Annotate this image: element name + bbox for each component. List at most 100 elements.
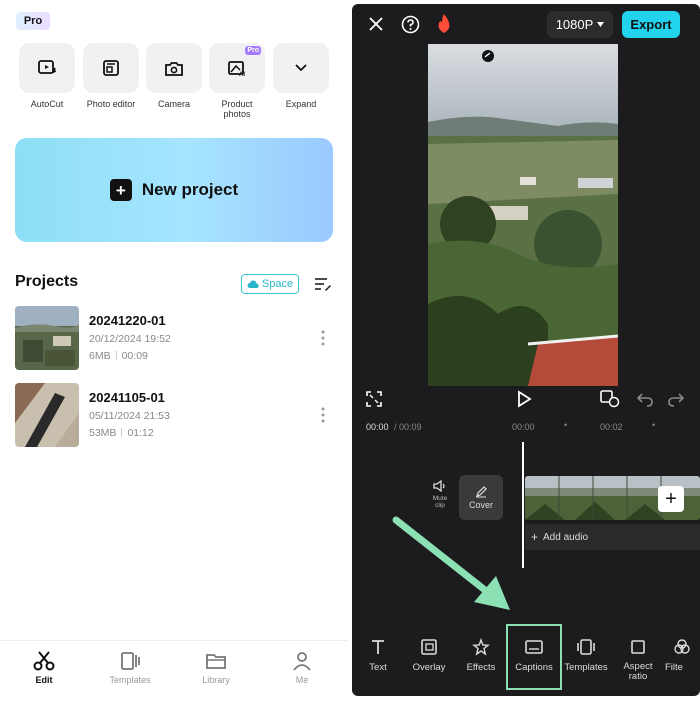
toolbar-templates[interactable]: Templates: [560, 638, 612, 673]
nav-library[interactable]: Library: [186, 651, 246, 685]
more-icon[interactable]: [319, 406, 327, 424]
space-label: Space: [261, 278, 294, 290]
project-item[interactable]: 20241220-01 20/12/2024 19:52 6MB 00:09: [15, 306, 335, 370]
keyframe-icon[interactable]: [600, 390, 620, 408]
project-thumbnail: [15, 383, 79, 447]
toolbar-aspect-ratio[interactable]: Aspect ratio: [612, 638, 664, 682]
add-audio-label: Add audio: [543, 531, 589, 543]
pro-mini-badge: Pro: [245, 46, 261, 55]
tool-autocut[interactable]: AutoCut: [19, 43, 75, 109]
plus-icon: +: [531, 530, 539, 544]
close-icon[interactable]: [368, 16, 384, 32]
project-size: 53MB: [89, 427, 117, 439]
total-time: / 00:09: [394, 422, 422, 432]
toolbar-label: Overlay: [412, 662, 446, 673]
aspect-ratio-icon: [631, 640, 645, 654]
toolbar-label: Text: [369, 662, 387, 673]
chevron-down-icon: [295, 64, 307, 72]
filter-icon: [674, 639, 690, 654]
project-duration: 00:09: [121, 350, 148, 362]
ruler-tick-label: 00:02: [600, 422, 623, 432]
cloud-icon: [247, 279, 259, 288]
undo-icon[interactable]: [637, 391, 653, 407]
playhead[interactable]: [522, 442, 524, 568]
pencil-icon: [476, 485, 487, 497]
redo-icon[interactable]: [668, 391, 684, 407]
toolbar-filters[interactable]: Filte: [665, 638, 700, 673]
ruler-dot: •: [564, 420, 568, 430]
nav-me[interactable]: Me: [272, 651, 332, 685]
tool-product-photos[interactable]: Pro AI Product photos: [209, 43, 265, 119]
resolution-value: 1080P: [555, 17, 594, 32]
projects-heading: Projects: [15, 273, 79, 290]
folder-icon: [206, 654, 226, 669]
new-project-button[interactable]: + New project: [15, 138, 333, 242]
templates-icon: [121, 652, 140, 670]
tool-camera[interactable]: Camera: [146, 43, 202, 109]
person-icon: [293, 652, 311, 671]
mute-clip-button[interactable]: Mute clip: [428, 480, 452, 509]
new-project-label: New project: [141, 180, 239, 199]
nav-edit[interactable]: Edit: [14, 651, 74, 685]
fullscreen-icon[interactable]: [366, 391, 382, 407]
nav-label: Edit: [35, 675, 53, 685]
project-name: 20241220-01: [89, 313, 166, 328]
editor-screen: 1080P Export 00:00 / 00:09 00:00 • 00:02…: [352, 4, 700, 696]
toolbar-text[interactable]: Text: [352, 638, 404, 673]
add-audio-button[interactable]: + Add audio: [525, 524, 700, 550]
tool-label: Camera: [157, 99, 190, 109]
scissors-icon: [33, 651, 55, 671]
effects-icon: [472, 638, 490, 656]
nav-label: Templates: [109, 675, 151, 685]
text-icon: [372, 640, 384, 654]
add-clip-button[interactable]: +: [658, 486, 684, 512]
photo-editor-icon: [103, 60, 119, 76]
tool-expand[interactable]: Expand: [273, 43, 329, 109]
project-item[interactable]: 20241105-01 05/11/2024 21:53 53MB 01:12: [15, 383, 335, 447]
space-button[interactable]: Space: [241, 274, 299, 294]
caret-down-icon: [597, 22, 605, 27]
fire-icon[interactable]: [436, 13, 452, 35]
sort-edit-icon[interactable]: [314, 276, 332, 292]
camera-icon: [165, 61, 183, 76]
more-icon[interactable]: [319, 329, 327, 347]
project-size: 6MB: [89, 350, 111, 362]
resolution-dropdown[interactable]: 1080P: [547, 11, 613, 38]
export-button[interactable]: Export: [622, 11, 680, 38]
templates-icon: [577, 639, 595, 655]
project-meta: 6MB 00:09: [89, 350, 148, 362]
ruler-tick-label: 00:00: [512, 422, 535, 432]
toolbar-label: Effects: [466, 662, 496, 673]
project-meta: 53MB 01:12: [89, 427, 154, 439]
play-icon[interactable]: [516, 390, 532, 408]
toolbar-overlay[interactable]: Overlay: [403, 638, 455, 673]
speaker-icon: [433, 480, 445, 492]
video-preview[interactable]: [428, 44, 618, 386]
ruler-dot: •: [652, 420, 656, 430]
tool-label: Photo editor: [86, 99, 136, 109]
autocut-icon: [38, 60, 57, 74]
overlay-icon: [421, 639, 437, 655]
help-icon[interactable]: [401, 15, 420, 34]
quick-tools: AutoCut Photo editor Camera Pro AI Produ…: [19, 43, 331, 123]
plus-icon: +: [109, 179, 132, 201]
home-screen: Pro AutoCut Photo editor Camera Pro AI P…: [0, 0, 348, 701]
project-duration: 01:12: [127, 427, 154, 439]
project-date: 05/11/2024 21:53: [89, 410, 170, 422]
mute-clip-label: Mute clip: [432, 495, 448, 509]
project-date: 20/12/2024 19:52: [89, 333, 171, 345]
toolbar-label: Aspect ratio: [623, 661, 653, 682]
captions-highlight-box: [506, 624, 562, 690]
nav-label: Library: [202, 675, 230, 685]
cover-button[interactable]: Cover: [459, 475, 503, 520]
current-time: 00:00: [366, 422, 389, 432]
toolbar-label: Filte: [665, 662, 683, 673]
product-photos-icon: AI: [228, 61, 245, 77]
nav-templates[interactable]: Templates: [100, 651, 160, 685]
tool-label: Product photos: [221, 99, 253, 119]
tool-photo-editor[interactable]: Photo editor: [83, 43, 139, 109]
tool-label: AutoCut: [30, 99, 64, 109]
toolbar-effects[interactable]: Effects: [455, 638, 507, 673]
cover-label: Cover: [468, 499, 493, 510]
pro-badge[interactable]: Pro: [16, 12, 50, 30]
